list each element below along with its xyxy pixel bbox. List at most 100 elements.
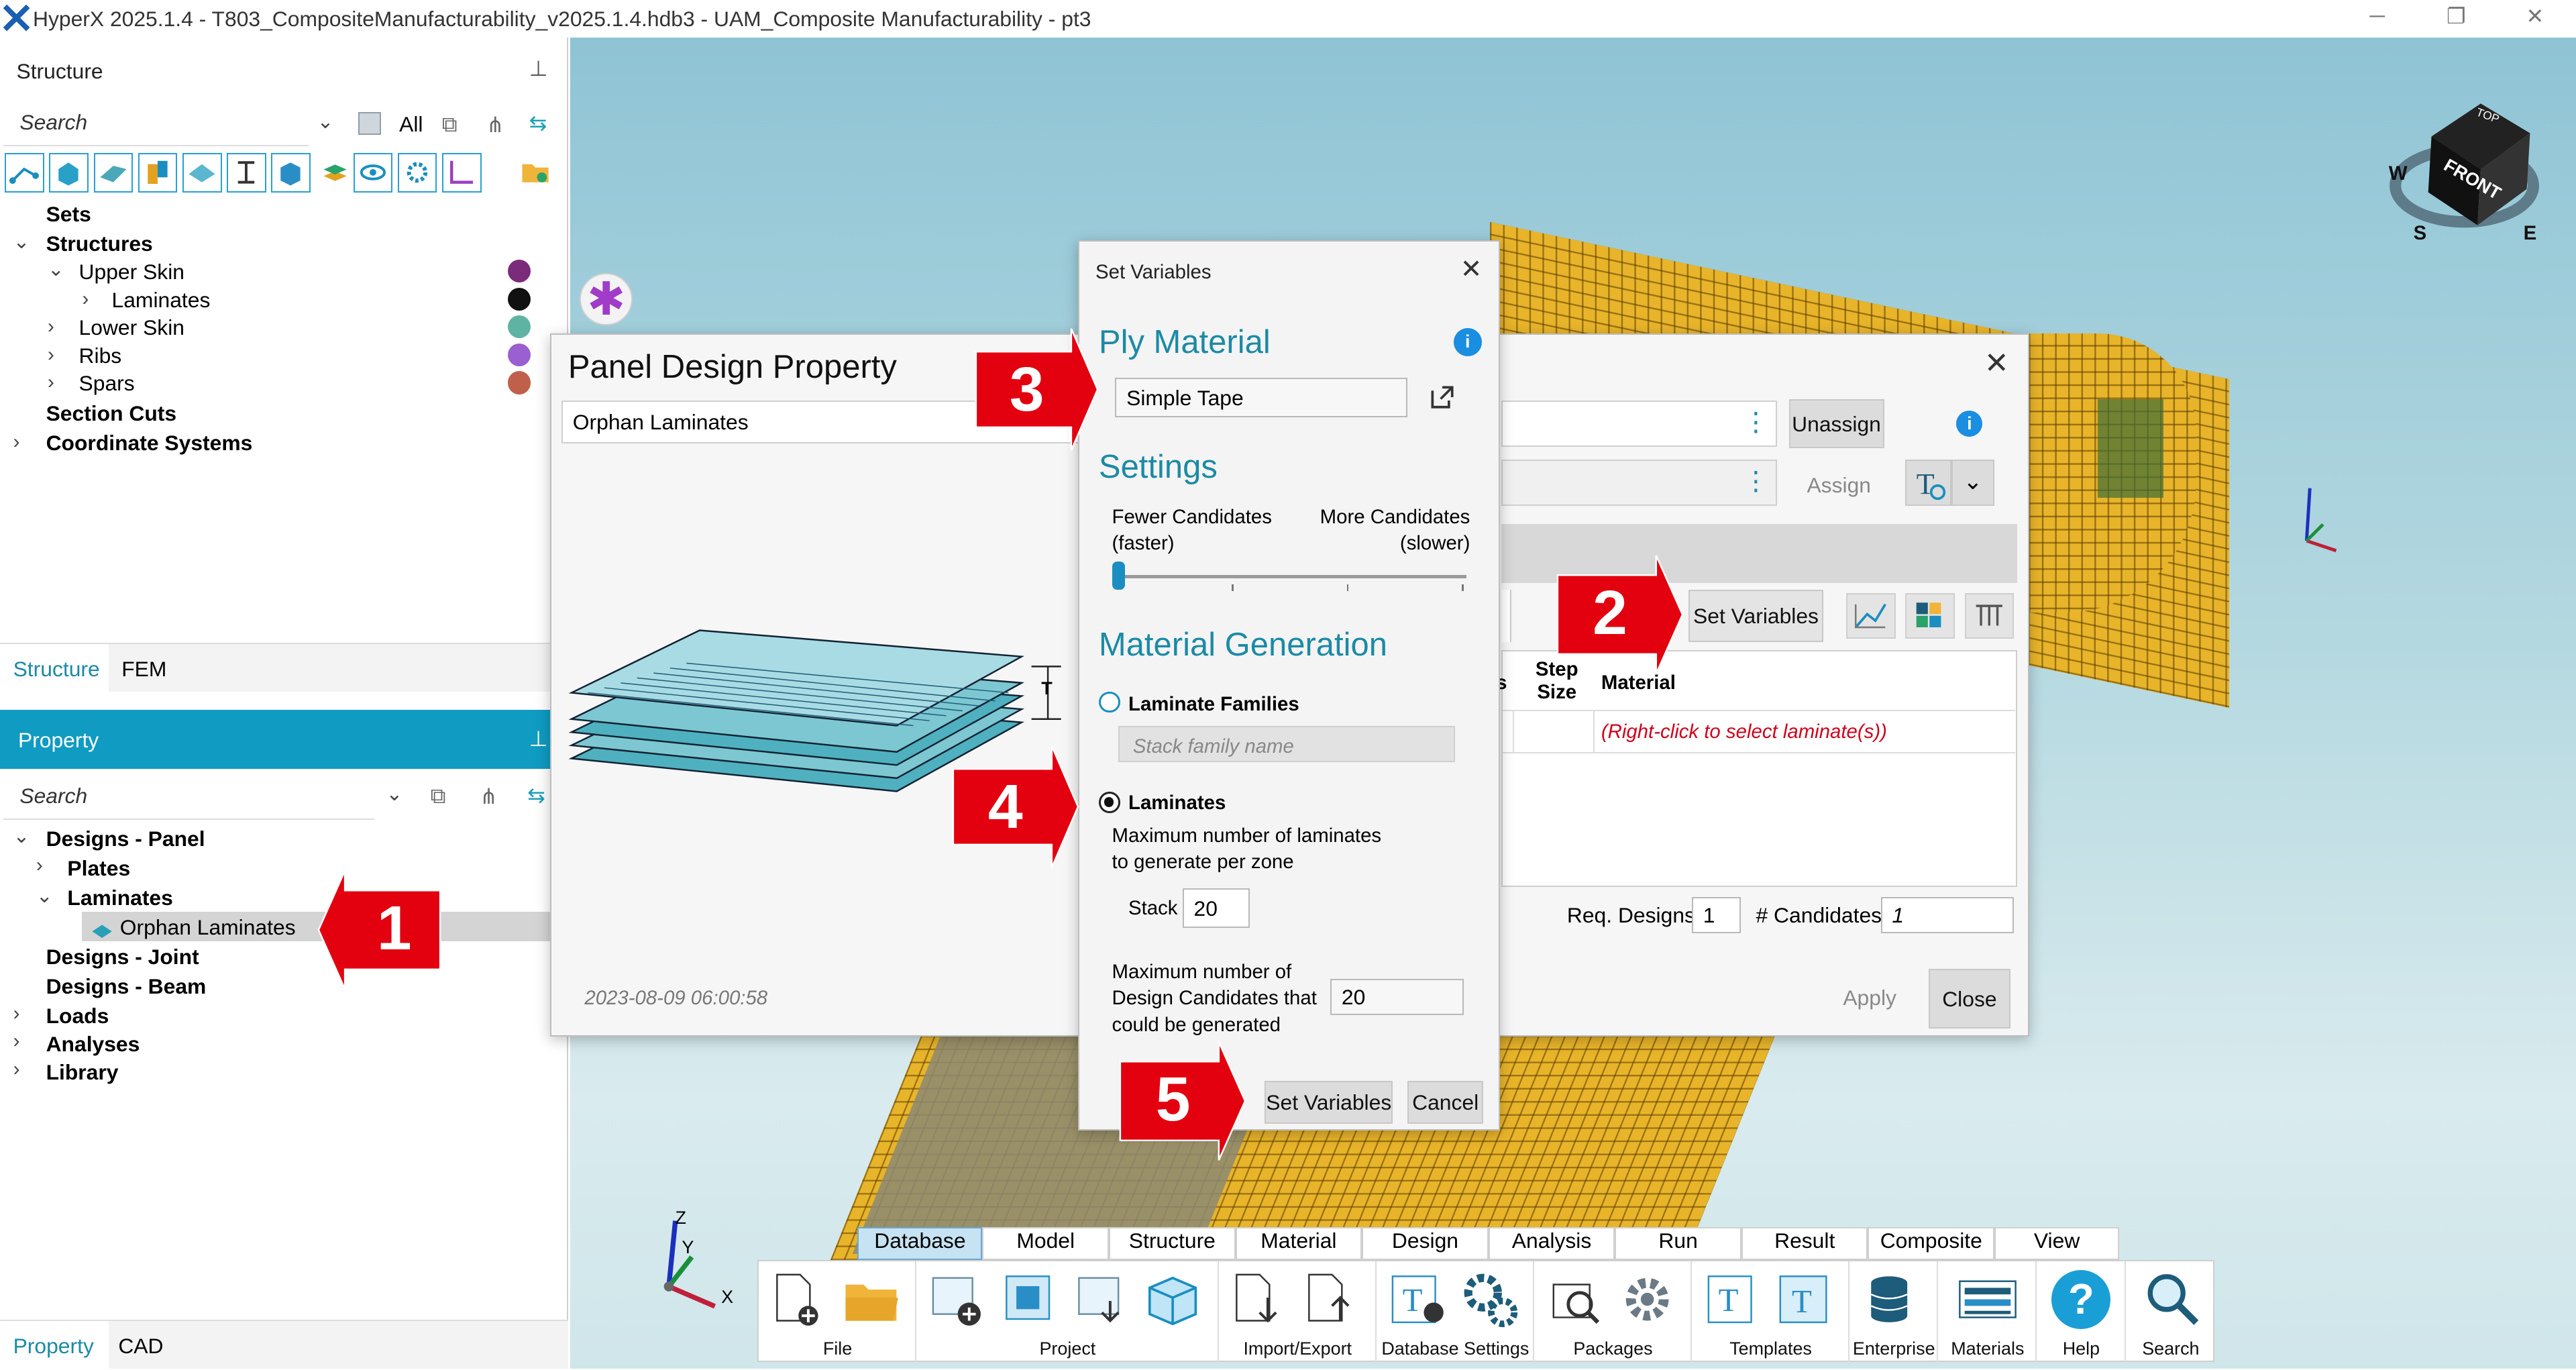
sync-icon[interactable]: ⇆ <box>529 110 547 136</box>
help-icon[interactable]: ? <box>2051 1269 2111 1329</box>
tree-item-analyses[interactable]: Analyses <box>46 1032 140 1057</box>
color-swatch[interactable] <box>507 259 531 283</box>
tab-structure[interactable]: Structure <box>0 643 109 693</box>
project-icon[interactable] <box>1002 1271 1057 1327</box>
close-icon[interactable]: ✕ <box>1460 254 1483 284</box>
materials-icon[interactable] <box>1955 1271 2021 1327</box>
import-icon[interactable] <box>1232 1271 1287 1327</box>
tree-item-laminates[interactable]: Laminates <box>112 288 211 313</box>
set-variables-button[interactable]: Set Variables <box>1265 1080 1393 1124</box>
ibeam-tool-icon[interactable] <box>226 152 266 193</box>
more-options-icon[interactable]: ⋮ <box>1743 407 1769 437</box>
template-apply-icon[interactable]: T <box>1905 460 1951 506</box>
expand-caret-icon[interactable]: ⌄ <box>13 230 30 254</box>
asterisk-icon[interactable]: ✱ <box>580 272 633 325</box>
info-icon[interactable]: i <box>1453 328 1482 356</box>
tree-item-lower-skin[interactable]: Lower Skin <box>79 315 184 340</box>
cancel-button[interactable]: Cancel <box>1407 1080 1483 1124</box>
tree-item-spars[interactable]: Spars <box>79 371 135 396</box>
tab-material[interactable]: Material <box>1235 1227 1362 1261</box>
collapsed-caret-icon[interactable]: › <box>48 344 54 366</box>
tree-item-orphan-laminates[interactable]: Orphan Laminates <box>120 915 296 940</box>
axis-tool-icon[interactable] <box>441 152 482 193</box>
collapsed-caret-icon[interactable]: › <box>82 288 89 311</box>
more-options-icon[interactable]: ⋮ <box>1743 466 1769 496</box>
database-text-icon[interactable]: T <box>1389 1271 1448 1327</box>
collapsed-caret-icon[interactable]: › <box>13 1058 20 1081</box>
req-designs-input[interactable]: 1 <box>1692 896 1741 933</box>
collapsed-caret-icon[interactable]: › <box>13 1002 20 1025</box>
max-candidates-input[interactable]: 20 <box>1330 979 1464 1016</box>
close-icon[interactable]: ✕ <box>1984 346 2009 380</box>
candidates-input[interactable]: 1 <box>1880 896 2014 933</box>
project-download-icon[interactable] <box>1074 1271 1130 1327</box>
tree-item-structures[interactable]: Structures <box>46 231 153 256</box>
solid-tool-icon[interactable] <box>49 152 89 193</box>
stack-family-input[interactable]: Stack family name <box>1118 726 1456 762</box>
pin-icon[interactable]: ⊥ <box>529 56 548 81</box>
chevron-down-icon[interactable]: ⌄ <box>317 110 334 134</box>
minimize-button[interactable]: ─ <box>2353 3 2402 33</box>
filter-all-label[interactable]: All <box>399 112 423 137</box>
color-swatch[interactable] <box>507 343 531 367</box>
ply-material-input[interactable]: Simple Tape <box>1115 377 1408 417</box>
new-file-icon[interactable] <box>772 1271 821 1327</box>
laminates-radio[interactable] <box>1098 791 1120 813</box>
tab-composite[interactable]: Composite <box>1868 1227 1995 1261</box>
package-search-icon[interactable] <box>1547 1271 1606 1327</box>
export-icon[interactable] <box>1304 1271 1360 1327</box>
chevron-down-icon[interactable]: ⌄ <box>1951 460 1994 506</box>
tree-item-coordinate-systems[interactable]: Coordinate Systems <box>46 431 253 456</box>
tab-model[interactable]: Model <box>982 1227 1110 1261</box>
plate-tool-icon[interactable] <box>93 152 133 193</box>
close-window-button[interactable]: ✕ <box>2510 3 2559 33</box>
chart-tool-icon[interactable] <box>1846 592 1896 639</box>
collapse-icon[interactable]: ⧉ <box>431 784 446 809</box>
search-icon[interactable] <box>2142 1270 2201 1329</box>
beam-tool-icon[interactable] <box>138 152 178 193</box>
collapsed-caret-icon[interactable]: › <box>13 1030 20 1053</box>
layers-icon[interactable] <box>319 156 352 189</box>
tree-item-ribs[interactable]: Ribs <box>79 344 122 368</box>
tab-structure[interactable]: Structure <box>1109 1227 1236 1261</box>
open-folder-icon[interactable] <box>844 1278 900 1324</box>
assign-field[interactable] <box>1501 460 1778 506</box>
new-project-icon[interactable] <box>930 1271 985 1327</box>
eye-tool-icon[interactable] <box>353 152 393 193</box>
cube-filter-icon[interactable] <box>358 111 382 135</box>
collapse-icon[interactable]: ⧉ <box>442 112 458 138</box>
close-button[interactable]: Close <box>1928 969 2011 1029</box>
package-icon[interactable] <box>1143 1271 1202 1327</box>
grid-tool-icon[interactable] <box>1905 592 1955 639</box>
set-variables-open-button[interactable]: Set Variables <box>1688 589 1823 643</box>
tree-item-plates[interactable]: Plates <box>67 856 130 881</box>
gear-icon[interactable] <box>1619 1271 1675 1327</box>
chevron-down-icon[interactable]: ⌄ <box>386 782 403 806</box>
laminate-families-radio[interactable] <box>1098 691 1120 713</box>
unassign-button[interactable]: Unassign <box>1788 399 1884 449</box>
tab-run[interactable]: Run <box>1615 1227 1741 1261</box>
info-icon[interactable]: i <box>1956 410 1983 437</box>
tab-analysis[interactable]: Analysis <box>1488 1227 1615 1261</box>
color-swatch[interactable] <box>507 315 531 339</box>
gear-tool-icon[interactable] <box>397 152 437 193</box>
property-search-input[interactable]: Search <box>3 777 375 821</box>
stack-input[interactable]: 20 <box>1182 888 1250 929</box>
columns-tool-icon[interactable] <box>1964 592 2014 639</box>
laminate-families-label[interactable]: Laminate Families <box>1128 693 1299 716</box>
assign-button[interactable]: Assign <box>1807 473 1871 498</box>
tree-item-laminates[interactable]: Laminates <box>67 886 172 910</box>
tree-item-designs-beam[interactable]: Designs - Beam <box>46 974 207 999</box>
view-cube[interactable]: FRONT TOP W S E <box>2385 84 2550 248</box>
tree-item-sets[interactable]: Sets <box>46 202 91 227</box>
expand-caret-icon[interactable]: ⌄ <box>13 825 30 848</box>
pin-icon[interactable]: ⊥ <box>529 726 548 751</box>
new-folder-icon[interactable] <box>521 158 550 184</box>
tree-item-section-cuts[interactable]: Section Cuts <box>46 401 177 426</box>
tab-view[interactable]: View <box>1994 1227 2120 1261</box>
tree-item-upper-skin[interactable]: Upper Skin <box>79 260 184 284</box>
surface-tool-icon[interactable] <box>182 152 222 193</box>
structure-search-input[interactable]: Search <box>3 103 309 146</box>
enterprise-database-icon[interactable] <box>1863 1271 1925 1327</box>
tree-item-designs-joint[interactable]: Designs - Joint <box>46 945 199 969</box>
